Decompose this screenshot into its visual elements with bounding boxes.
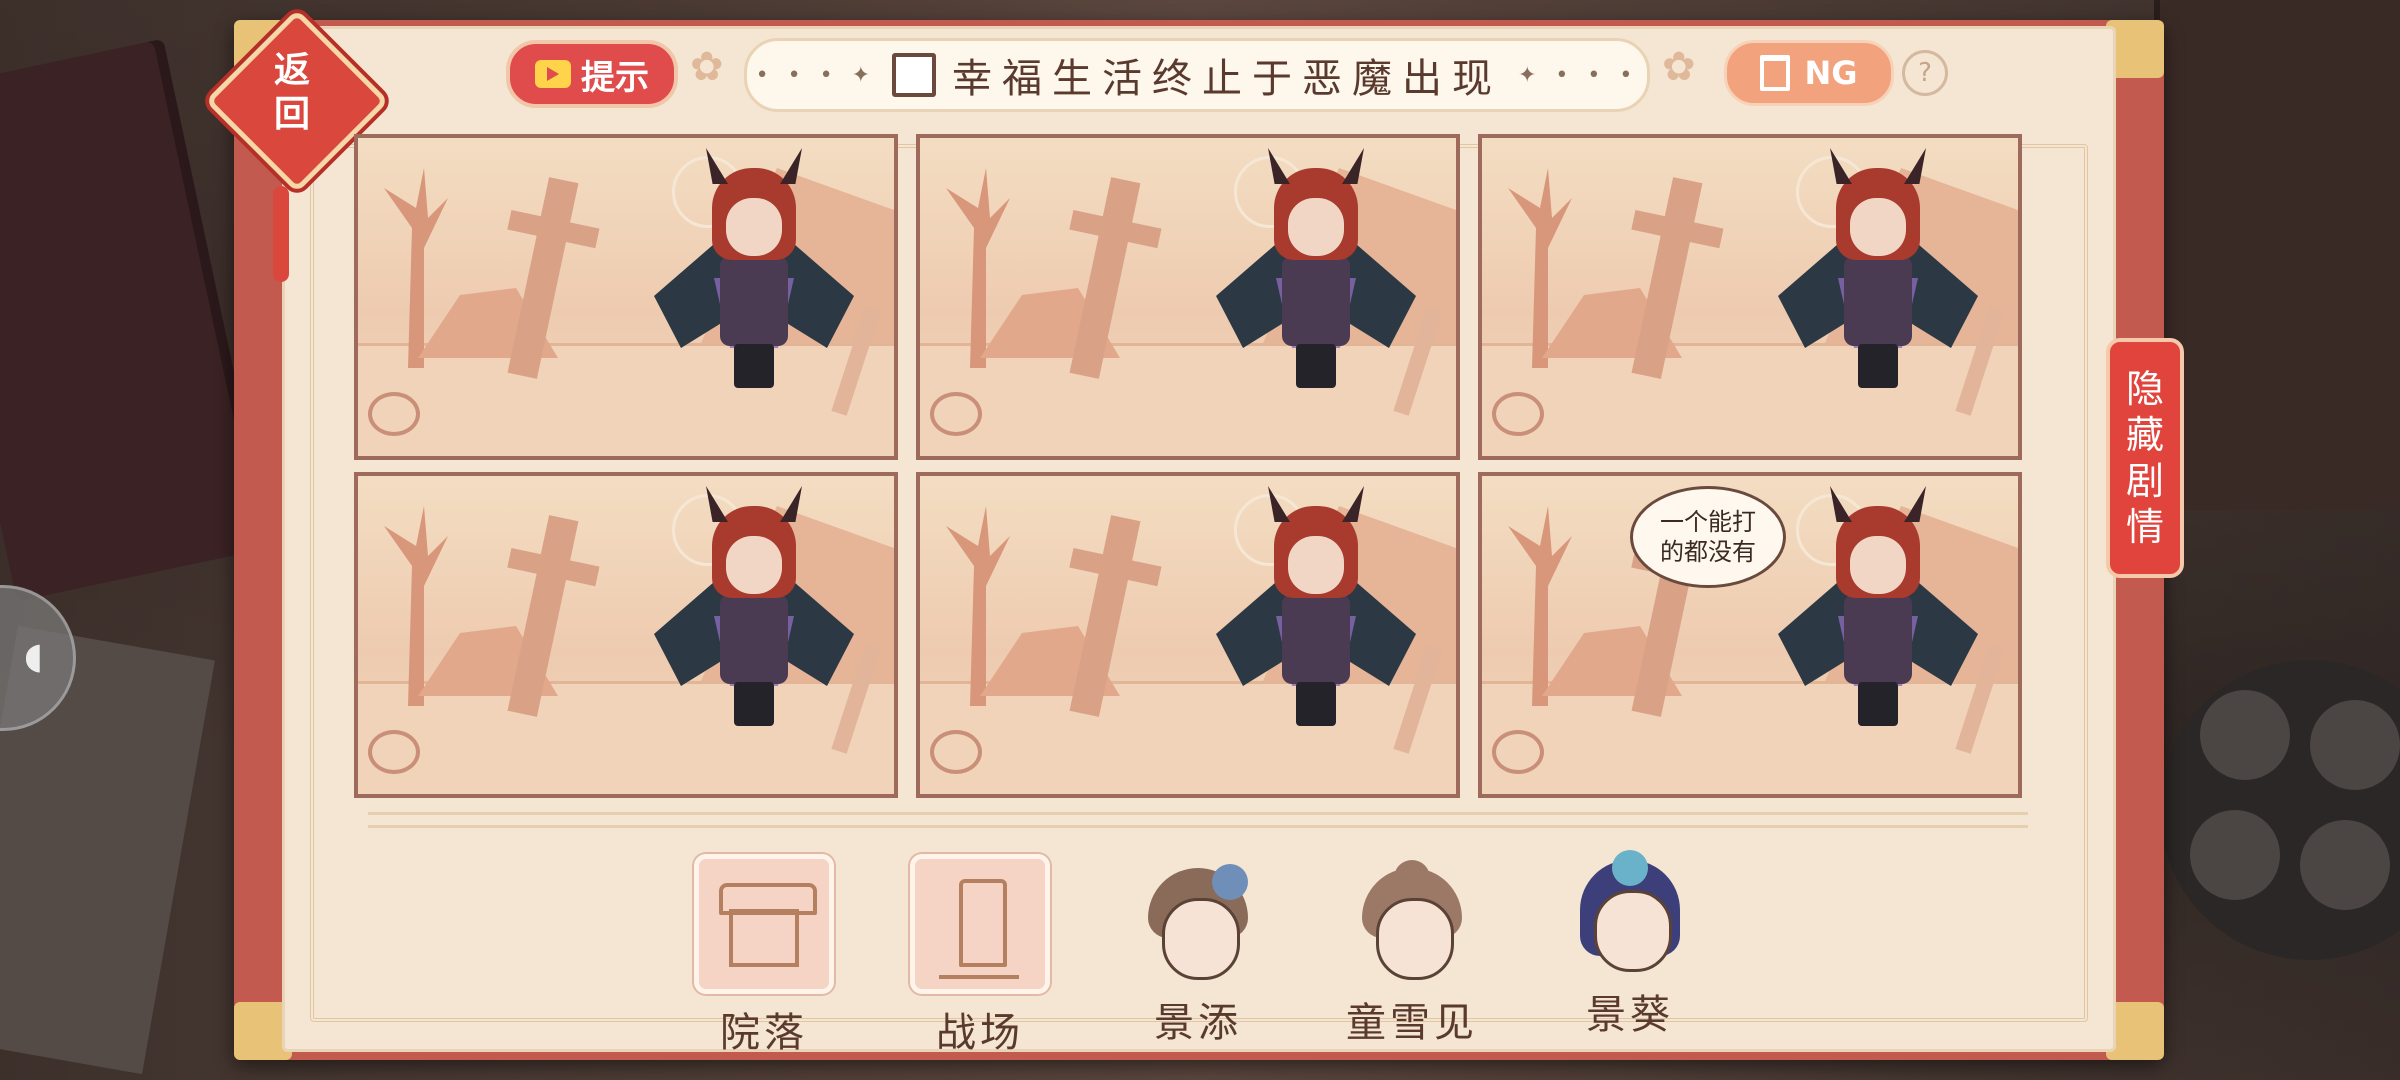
video-icon — [535, 60, 571, 88]
clue-label: 院落 — [720, 1010, 808, 1056]
speech-line: 的都没有 — [1660, 538, 1756, 566]
ng-button[interactable]: NG — [1724, 40, 1894, 106]
hint-label: 提示 — [581, 57, 649, 98]
trash-icon — [1760, 55, 1791, 91]
jingkui-avatar — [1570, 850, 1690, 976]
clue-item-jingtian[interactable]: 景添 — [1128, 864, 1268, 1048]
comic-panel[interactable] — [1478, 134, 2022, 460]
page-title: 幸福生活终止于恶魔出现 — [952, 56, 1502, 102]
demon-character — [1778, 148, 1978, 408]
comic-panel[interactable] — [916, 472, 1460, 798]
back-button-label[interactable]: 返回 — [260, 48, 324, 136]
clue-item-courtyard[interactable]: 院落 — [694, 854, 834, 1058]
title-checkbox[interactable] — [892, 53, 936, 97]
demon-character — [654, 148, 854, 408]
hidden-story-char: 藏 — [2125, 413, 2164, 457]
hidden-story-char: 情 — [2125, 505, 2164, 549]
ng-label: NG — [1804, 54, 1858, 92]
clue-item-tongxuejian[interactable]: 童雪见 — [1342, 860, 1482, 1048]
comic-panel[interactable]: 一个能打 的都没有 — [1478, 472, 2022, 798]
demon-character — [1216, 486, 1416, 746]
broken-shield — [1492, 730, 1544, 774]
speech-bubble: 一个能打 的都没有 — [1630, 486, 1786, 588]
side-button-icon: ◖ — [24, 636, 43, 677]
broken-shield — [930, 730, 982, 774]
help-button[interactable]: ? — [1902, 50, 1948, 96]
flower-ornament-icon: ✿ — [1662, 44, 1696, 90]
clue-label: 景葵 — [1586, 992, 1674, 1038]
broken-shield — [368, 392, 420, 436]
hidden-story-char: 剧 — [2125, 459, 2164, 503]
courtyard-icon — [694, 854, 834, 994]
tassel-decoration — [273, 186, 289, 282]
title-bar: • • • ✦ 幸福生活终止于恶魔出现 ✦ • • • — [744, 38, 1650, 112]
clue-label: 战场 — [936, 1010, 1024, 1056]
comic-panel[interactable] — [354, 472, 898, 798]
clue-label: 童雪见 — [1346, 1000, 1478, 1046]
battlefield-icon — [910, 854, 1050, 994]
hidden-story-char: 隐 — [2125, 367, 2164, 411]
broken-shield — [368, 730, 420, 774]
clue-label: 景添 — [1154, 1000, 1242, 1046]
speech-line: 一个能打 — [1660, 508, 1756, 536]
flower-ornament-icon: ✿ — [690, 44, 724, 90]
comic-panel[interactable] — [916, 134, 1460, 460]
section-divider — [368, 812, 2028, 828]
title-ornament-right: ✦ • • • — [1518, 62, 1639, 88]
demon-character — [1216, 148, 1416, 408]
demon-character — [654, 486, 854, 746]
title-ornament-left: • • • ✦ — [755, 62, 876, 88]
jingtian-avatar — [1138, 864, 1258, 984]
hidden-story-tab[interactable]: 隐 藏 剧 情 — [2106, 338, 2184, 578]
broken-shield — [1492, 392, 1544, 436]
tongxuejian-avatar — [1352, 860, 1472, 984]
clue-item-jingkui[interactable]: 景葵 — [1560, 850, 1700, 1040]
comic-panel[interactable] — [354, 134, 898, 460]
hint-button[interactable]: 提示 — [506, 40, 678, 108]
broken-shield — [930, 392, 982, 436]
demon-character — [1778, 486, 1978, 746]
clue-item-battlefield[interactable]: 战场 — [910, 854, 1050, 1058]
background-cabinet — [2154, 0, 2400, 510]
